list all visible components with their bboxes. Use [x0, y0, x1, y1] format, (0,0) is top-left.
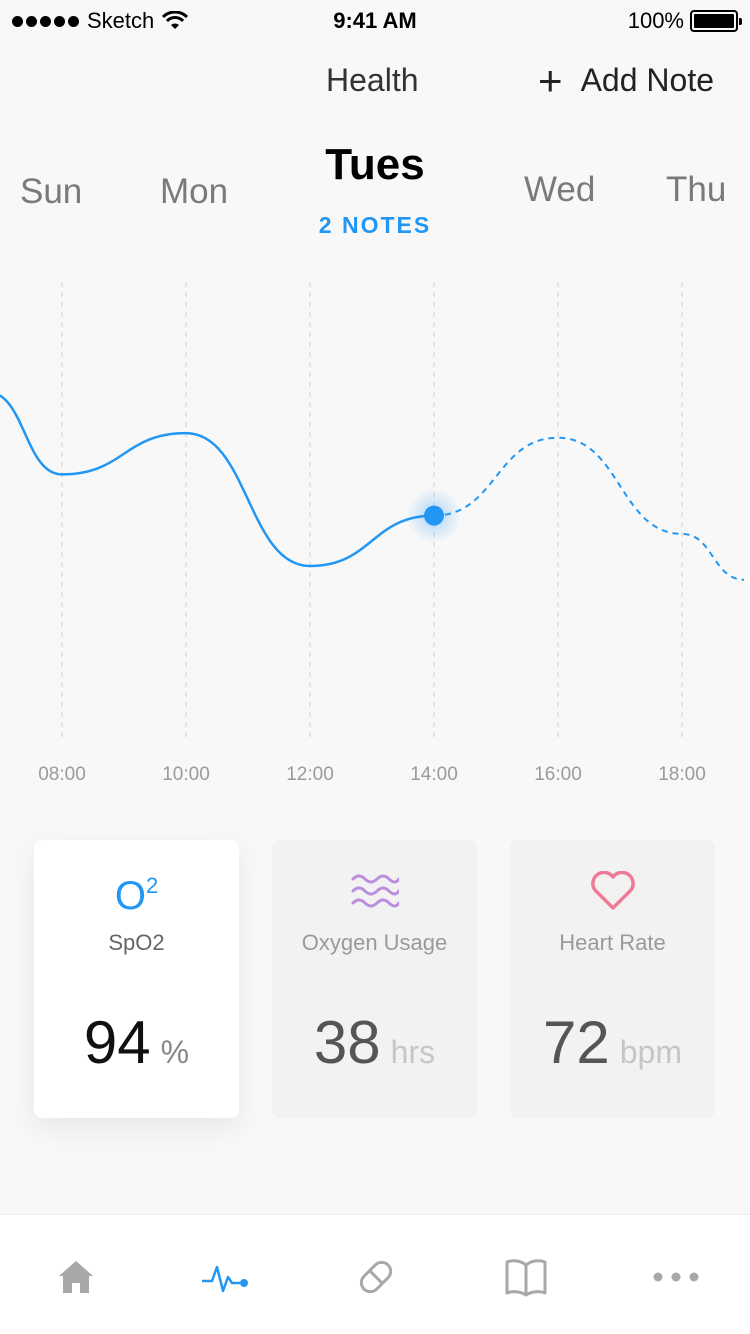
x-tick-label: 10:00 — [162, 764, 210, 785]
value-number: 38 — [313, 1009, 381, 1076]
day-thu[interactable]: Thu — [666, 170, 726, 210]
x-tick-label: 16:00 — [534, 764, 582, 785]
value-number: 94 — [83, 1009, 151, 1076]
waves-icon — [272, 868, 477, 914]
plus-icon: + — [538, 56, 563, 104]
day-selector: Sun Mon Tues 2 NOTES Wed Thu — [0, 140, 750, 250]
tab-pills[interactable] — [346, 1255, 406, 1299]
card-spo2[interactable]: O2 SpO2 94 % — [34, 840, 239, 1118]
status-bar: Sketch 9:41 AM 100% — [0, 0, 750, 40]
x-tick-label: 12:00 — [286, 764, 334, 785]
card-value: 38 hrs — [272, 1008, 477, 1077]
notes-count[interactable]: 2 NOTES — [0, 212, 750, 239]
day-wed[interactable]: Wed — [524, 170, 595, 210]
card-value: 72 bpm — [510, 1008, 715, 1077]
value-number: 72 — [543, 1009, 610, 1076]
more-icon — [653, 1272, 699, 1282]
card-label: Heart Rate — [559, 930, 666, 955]
card-label: Oxygen Usage — [301, 930, 448, 955]
tab-more[interactable] — [646, 1255, 706, 1299]
tab-bar — [0, 1214, 750, 1334]
battery-percent: 100% — [627, 8, 684, 33]
book-icon — [505, 1259, 547, 1297]
card-value: 94 % — [34, 1008, 239, 1077]
value-unit: % — [160, 1034, 190, 1070]
metric-cards: O2 SpO2 94 % Oxygen Usage 38 hrs Heart R… — [0, 840, 750, 1120]
x-tick-label: 08:00 — [38, 764, 86, 785]
add-note-button[interactable]: + Add Note — [538, 56, 714, 104]
current-point[interactable] — [424, 505, 444, 526]
value-unit: hrs — [390, 1034, 436, 1070]
x-tick-label: 14:00 — [410, 764, 458, 785]
tab-book[interactable] — [496, 1255, 556, 1299]
heart-icon — [510, 868, 715, 914]
series-line-forecast — [433, 436, 745, 581]
tab-home[interactable] — [46, 1255, 106, 1299]
home-icon — [59, 1261, 93, 1293]
top-nav: Health + Add Note — [0, 56, 750, 106]
status-right: 100% — [627, 8, 742, 34]
card-oxygen-usage[interactable]: Oxygen Usage 38 hrs — [272, 840, 477, 1118]
x-tick-label: 18:00 — [658, 764, 706, 785]
nav-title[interactable]: Health — [326, 62, 419, 99]
o2-icon: O2 — [114, 873, 159, 918]
card-heart-rate[interactable]: Heart Rate 72 bpm — [510, 840, 715, 1118]
card-label: SpO2 — [108, 930, 165, 955]
add-note-label: Add Note — [580, 62, 714, 98]
value-unit: bpm — [619, 1034, 682, 1070]
chart-svg: 08:00 10:00 12:00 14:00 16:00 18:00 — [0, 282, 745, 785]
health-chart[interactable]: 08:00 10:00 12:00 14:00 16:00 18:00 — [0, 270, 750, 800]
day-selected[interactable]: Tues — [0, 140, 750, 190]
battery-icon — [690, 10, 742, 32]
series-line-actual — [0, 394, 435, 568]
pill-icon — [359, 1260, 393, 1294]
activity-icon — [202, 1265, 248, 1293]
tab-activity[interactable] — [195, 1255, 255, 1299]
